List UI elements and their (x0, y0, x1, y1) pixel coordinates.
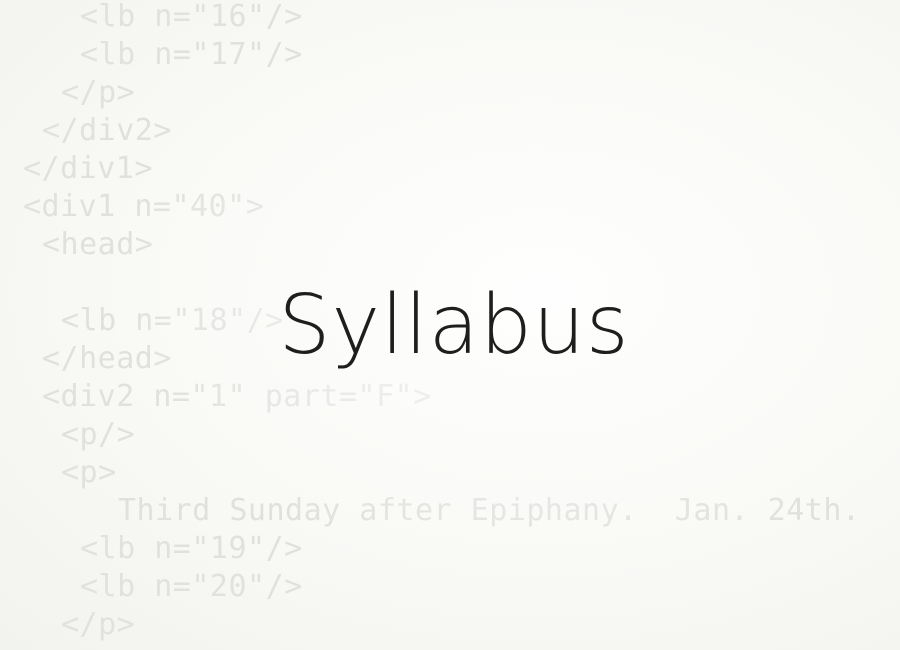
page-title: Syllabus (0, 278, 900, 374)
code-line: <p> (61, 455, 117, 490)
code-line: </p> (61, 607, 136, 642)
code-line: <lb n="16"/> (80, 0, 303, 34)
code-line: <head> (42, 227, 154, 262)
code-line: </div2> (42, 113, 172, 148)
code-line: <lb n="20"/> (80, 569, 303, 604)
title-text: Syllabus (278, 278, 630, 373)
code-line: </div1> (23, 151, 153, 186)
code-line: <lb n="19"/> (80, 531, 303, 566)
code-line: <p/> (61, 417, 136, 452)
code-line: </p> (61, 75, 136, 110)
code-line: <div2 n="1" part="F"> (42, 379, 432, 414)
code-line: Third Sunday after Epiphany. Jan. 24th. (118, 493, 861, 528)
code-line: <div1 n="40"> (23, 189, 265, 224)
code-line: <lb n="17"/> (80, 37, 303, 72)
